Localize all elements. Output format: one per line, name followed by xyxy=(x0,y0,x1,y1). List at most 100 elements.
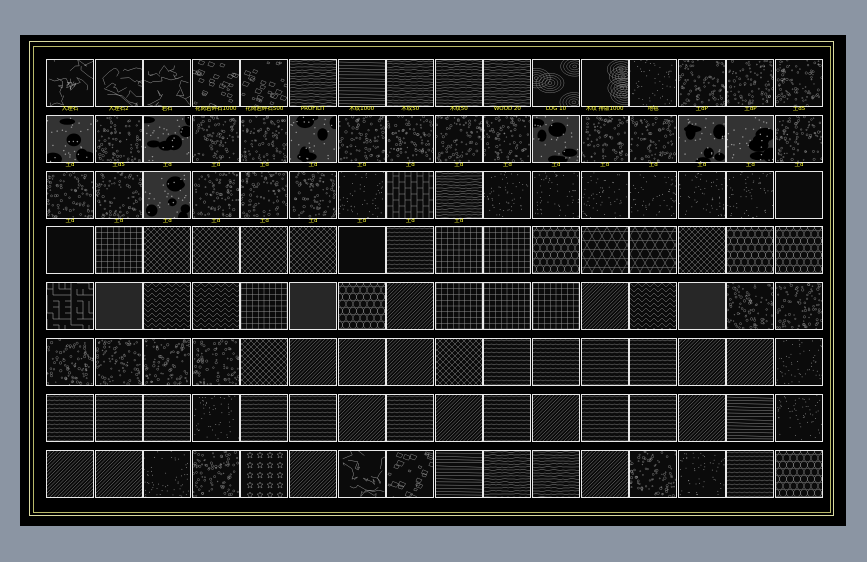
hatch-swatch-tile[interactable] xyxy=(46,338,94,394)
hatch-swatch-tile[interactable]: 土d xyxy=(629,114,678,171)
hatch-swatch-tile[interactable] xyxy=(94,282,143,338)
hatch-swatch-tile[interactable]: 木纹50 xyxy=(434,59,483,115)
hatch-swatch-tile[interactable] xyxy=(191,393,240,450)
hatch-swatch-tile[interactable]: 土d xyxy=(337,170,386,227)
hatch-swatch-tile[interactable]: 土d xyxy=(386,170,435,227)
hatch-swatch-tile[interactable] xyxy=(46,282,94,338)
hatch-swatch-tile[interactable] xyxy=(240,338,289,394)
hatch-swatch-tile[interactable]: PROFILIT xyxy=(289,59,337,115)
hatch-swatch-tile[interactable] xyxy=(775,338,823,394)
hatch-swatch-tile[interactable] xyxy=(532,449,580,506)
hatch-swatch-tile[interactable] xyxy=(143,393,192,450)
hatch-swatch-tile[interactable] xyxy=(677,338,726,394)
hatch-swatch-tile[interactable] xyxy=(726,338,775,394)
hatch-swatch-tile[interactable] xyxy=(532,170,580,227)
hatch-swatch-tile[interactable]: 土d xyxy=(726,114,775,171)
hatch-swatch-tile[interactable] xyxy=(143,282,192,338)
hatch-swatch-tile[interactable] xyxy=(775,282,823,338)
hatch-swatch-tile[interactable]: 土d xyxy=(434,114,483,171)
hatch-swatch-tile[interactable] xyxy=(337,282,386,338)
hatch-swatch-tile[interactable]: 土d xyxy=(191,170,240,227)
hatch-swatch-tile[interactable] xyxy=(94,449,143,506)
hatch-swatch-tile[interactable] xyxy=(483,226,532,282)
hatch-swatch-tile[interactable]: 地毯 xyxy=(629,59,678,115)
hatch-swatch-tile[interactable] xyxy=(677,170,726,227)
hatch-swatch-tile[interactable] xyxy=(726,170,775,227)
hatch-swatch-tile[interactable] xyxy=(629,393,678,450)
hatch-swatch-tile[interactable] xyxy=(240,449,289,506)
hatch-swatch-tile[interactable] xyxy=(386,338,435,394)
hatch-swatch-tile[interactable] xyxy=(677,282,726,338)
hatch-swatch-tile[interactable] xyxy=(532,282,580,338)
hatch-swatch-tile[interactable]: 土d xyxy=(337,114,386,171)
hatch-swatch-tile[interactable] xyxy=(677,226,726,282)
hatch-swatch-tile[interactable] xyxy=(532,226,580,282)
hatch-swatch-tile[interactable]: 土d xyxy=(775,114,823,171)
hatch-swatch-tile[interactable] xyxy=(240,282,289,338)
hatch-swatch-tile[interactable]: 土d5 xyxy=(775,59,823,115)
hatch-swatch-tile[interactable] xyxy=(434,393,483,450)
hatch-swatch-tile[interactable] xyxy=(289,449,337,506)
hatch-swatch-tile[interactable] xyxy=(483,393,532,450)
hatch-swatch-tile[interactable] xyxy=(143,449,192,506)
hatch-swatch-tile[interactable]: 土d xyxy=(532,114,580,171)
hatch-swatch-tile[interactable]: 土d xyxy=(94,170,143,227)
hatch-swatch-tile[interactable] xyxy=(532,338,580,394)
hatch-swatch-tile[interactable] xyxy=(580,449,629,506)
hatch-swatch-tile[interactable]: 花岗岩碎石500 xyxy=(240,59,289,115)
hatch-swatch-tile[interactable] xyxy=(289,393,337,450)
hatch-swatch-tile[interactable] xyxy=(483,449,532,506)
hatch-swatch-tile[interactable]: LOG 10 xyxy=(532,59,580,115)
hatch-swatch-tile[interactable] xyxy=(191,338,240,394)
hatch-swatch-tile[interactable] xyxy=(483,338,532,394)
hatch-swatch-tile[interactable] xyxy=(775,226,823,282)
hatch-swatch-tile[interactable]: 土d xyxy=(580,114,629,171)
hatch-swatch-tile[interactable]: 岩石 xyxy=(143,59,192,115)
hatch-swatch-tile[interactable]: 土d xyxy=(143,114,192,171)
hatch-swatch-tile[interactable] xyxy=(46,449,94,506)
hatch-swatch-tile[interactable]: 木纹 排版1000 xyxy=(580,59,629,115)
hatch-swatch-tile[interactable] xyxy=(483,282,532,338)
hatch-swatch-tile[interactable] xyxy=(775,170,823,227)
hatch-swatch-tile[interactable]: 土d xyxy=(191,114,240,171)
hatch-swatch-tile[interactable]: 土d xyxy=(46,114,94,171)
hatch-swatch-tile[interactable] xyxy=(143,338,192,394)
hatch-swatch-tile[interactable]: 大理石2 xyxy=(94,59,143,115)
hatch-swatch-tile[interactable] xyxy=(580,226,629,282)
hatch-swatch-tile[interactable] xyxy=(240,226,289,282)
hatch-swatch-tile[interactable] xyxy=(483,170,532,227)
hatch-swatch-tile[interactable]: 大理石 xyxy=(46,59,94,115)
hatch-swatch-tile[interactable] xyxy=(191,449,240,506)
hatch-swatch-tile[interactable] xyxy=(580,393,629,450)
hatch-swatch-tile[interactable] xyxy=(677,449,726,506)
hatch-swatch-tile[interactable] xyxy=(775,393,823,450)
hatch-swatch-tile[interactable]: 土d xyxy=(46,170,94,227)
hatch-swatch-tile[interactable] xyxy=(94,226,143,282)
hatch-swatch-tile[interactable] xyxy=(337,226,386,282)
hatch-swatch-tile[interactable]: 土d xyxy=(289,170,337,227)
hatch-swatch-tile[interactable]: 土d xyxy=(143,170,192,227)
hatch-swatch-tile[interactable] xyxy=(629,338,678,394)
hatch-swatch-tile[interactable] xyxy=(434,282,483,338)
hatch-swatch-tile[interactable] xyxy=(580,338,629,394)
hatch-swatch-tile[interactable] xyxy=(337,393,386,450)
hatch-swatch-tile[interactable] xyxy=(532,393,580,450)
hatch-swatch-tile[interactable] xyxy=(386,282,435,338)
hatch-swatch-tile[interactable] xyxy=(629,226,678,282)
hatch-swatch-tile[interactable]: 土d xyxy=(289,114,337,171)
hatch-swatch-tile[interactable] xyxy=(580,282,629,338)
hatch-swatch-tile[interactable] xyxy=(289,226,337,282)
hatch-swatch-tile[interactable] xyxy=(94,393,143,450)
hatch-swatch-tile[interactable] xyxy=(337,338,386,394)
hatch-swatch-tile[interactable]: 土d xyxy=(483,114,532,171)
hatch-swatch-tile[interactable]: 土d5 xyxy=(94,114,143,171)
hatch-swatch-tile[interactable] xyxy=(726,226,775,282)
hatch-swatch-tile[interactable] xyxy=(629,170,678,227)
hatch-swatch-tile[interactable] xyxy=(629,282,678,338)
hatch-swatch-tile[interactable]: 土d xyxy=(386,114,435,171)
hatch-swatch-tile[interactable] xyxy=(726,282,775,338)
hatch-swatch-tile[interactable] xyxy=(191,226,240,282)
hatch-swatch-tile[interactable] xyxy=(143,226,192,282)
hatch-swatch-tile[interactable] xyxy=(386,226,435,282)
hatch-swatch-tile[interactable] xyxy=(726,393,775,450)
